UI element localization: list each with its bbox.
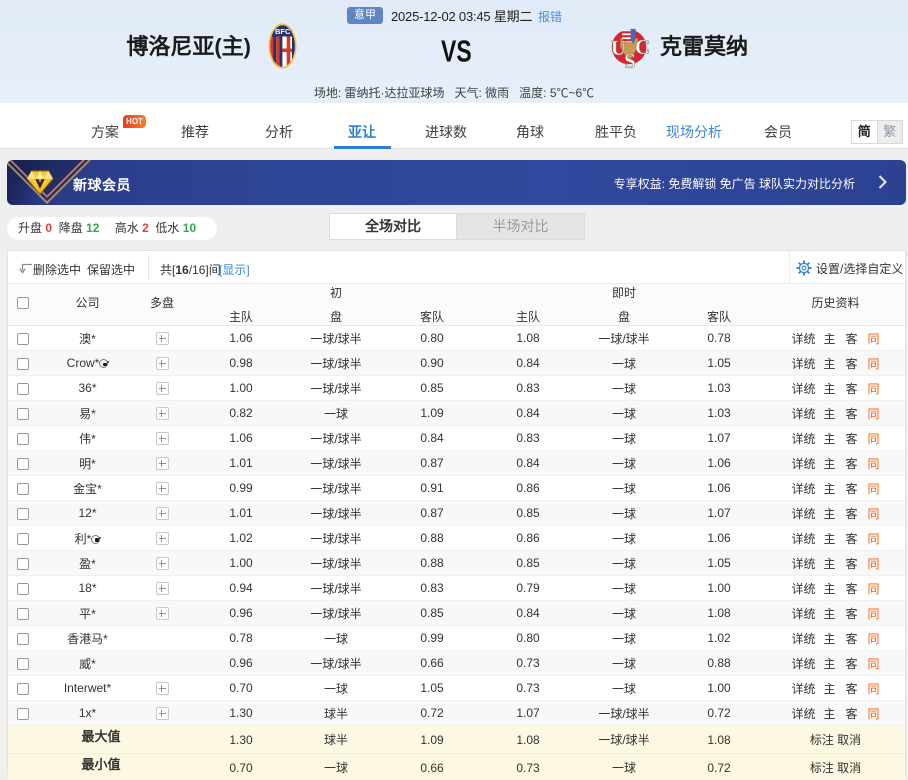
- svg-text:BFC: BFC: [275, 27, 291, 36]
- svg-text:S: S: [624, 50, 636, 70]
- svg-text:C: C: [635, 36, 650, 59]
